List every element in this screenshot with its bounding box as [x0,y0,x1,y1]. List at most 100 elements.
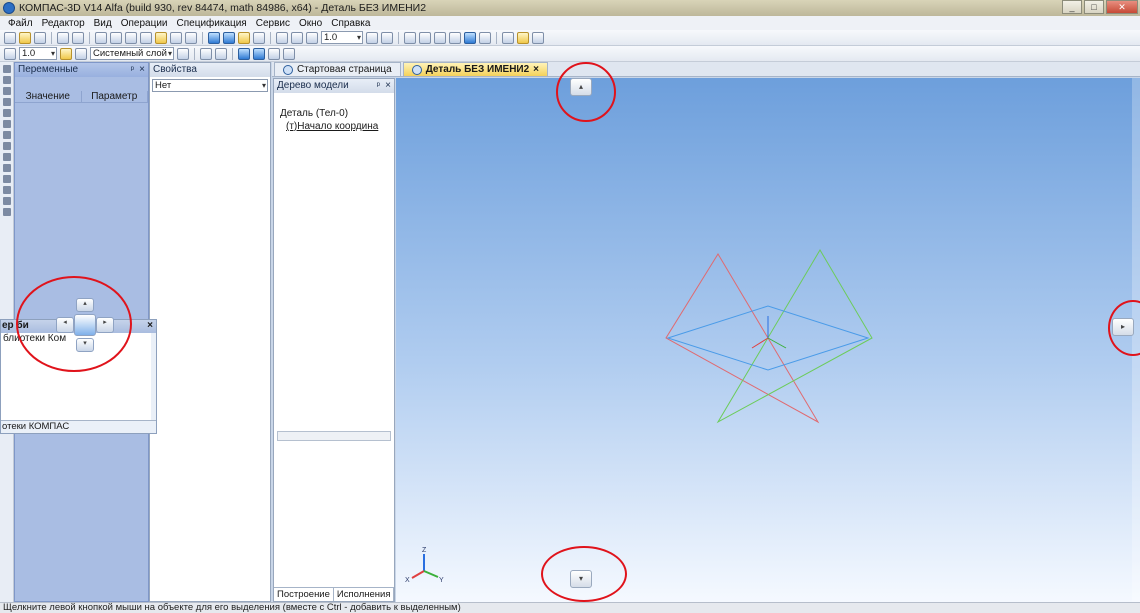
view-shaded-edges-icon[interactable] [464,31,476,44]
zoom-window-icon[interactable] [306,31,318,44]
toolbar-separator [89,31,90,44]
style-icon[interactable] [253,47,265,60]
solid-icon[interactable] [3,186,11,194]
cut-icon[interactable] [95,31,107,44]
layer-icon[interactable] [75,47,87,60]
sketch-icon[interactable] [517,31,529,44]
array-icon[interactable] [3,208,11,216]
toolbar-separator [202,31,203,44]
tab-close-icon[interactable]: × [533,63,539,76]
view-icon[interactable] [3,153,11,161]
rebuild-icon[interactable] [502,31,514,44]
orientation-icon[interactable] [381,31,393,44]
tab-versions[interactable]: Исполнения [334,588,395,601]
tab-part[interactable]: Деталь БЕЗ ИМЕНИ2 × [402,62,549,76]
filter-tool-icon[interactable] [3,131,11,139]
perspective-icon[interactable] [479,31,491,44]
menu-window[interactable]: Окно [299,18,322,29]
sketch-tool-icon[interactable] [3,76,11,84]
model-tree-title: Дерево модели [277,80,349,91]
tab-start-page-label: Стартовая страница [297,64,392,75]
measure-icon[interactable] [532,31,544,44]
select-icon[interactable] [3,65,11,73]
layer-combo[interactable]: Системный слой [90,47,174,60]
view-hidden-icon[interactable] [419,31,431,44]
toolbar-separator [496,31,497,44]
grid-icon[interactable] [200,47,212,60]
pin-icon[interactable]: ᵖ [131,63,134,76]
maximize-button[interactable]: □ [1084,0,1104,14]
panel-close-icon[interactable]: × [385,79,391,92]
model-tree-scrollbar[interactable] [277,431,391,441]
model-tree-toolbar [274,93,394,107]
column-value[interactable]: Значение [15,91,82,102]
close-button[interactable]: ✕ [1106,0,1138,14]
zoom-combo[interactable]: 1.0 [321,31,363,44]
toolbar-separator [194,47,195,60]
manager-icon[interactable] [208,31,220,44]
new-file-icon[interactable] [4,31,16,44]
column-parameter[interactable]: Параметр [82,91,148,102]
ortho-mode-icon[interactable] [60,47,72,60]
undo-icon[interactable] [170,31,182,44]
save-icon[interactable] [34,31,46,44]
library-close-icon[interactable]: × [147,320,153,332]
annotation-circle-top [556,62,616,122]
menu-view[interactable]: Вид [94,18,112,29]
document-icon[interactable] [3,142,11,150]
menu-editor[interactable]: Редактор [42,18,85,29]
tree-node-part[interactable]: Деталь (Тел-0) [274,107,394,120]
parameter-icon[interactable] [3,164,11,172]
zoom-in-icon[interactable] [276,31,288,44]
pin-icon[interactable]: ᵖ [377,79,380,92]
format-painter-icon[interactable] [140,31,152,44]
snap-icon[interactable] [268,47,280,60]
menu-file[interactable]: Файл [8,18,33,29]
local-cs-icon[interactable] [215,47,227,60]
paste-icon[interactable] [125,31,137,44]
variables-icon[interactable] [238,31,250,44]
minimize-button[interactable]: _ [1062,0,1082,14]
help-pointer-icon[interactable] [253,31,265,44]
rotate-icon[interactable] [366,31,378,44]
copy-icon[interactable] [110,31,122,44]
print-icon[interactable] [57,31,69,44]
properties-panel-title: Свойства [153,64,197,75]
view-thin-icon[interactable] [434,31,446,44]
menu-help[interactable]: Справка [331,18,370,29]
measure-tool-icon[interactable] [3,175,11,183]
view-shaded-icon[interactable] [449,31,461,44]
cursor-step-combo[interactable]: 1.0 [19,47,57,60]
color-icon[interactable] [238,47,250,60]
preview-icon[interactable] [72,31,84,44]
tab-start-page[interactable]: Стартовая страница [274,62,401,76]
library-icon[interactable] [223,31,235,44]
title-bar: КОМПАС-3D V14 Alfa (build 930, rev 84474… [0,0,1140,16]
menu-operations[interactable]: Операции [121,18,168,29]
panel-close-icon[interactable]: × [139,63,145,76]
view-wireframe-icon[interactable] [404,31,416,44]
dimension-icon[interactable] [3,120,11,128]
menu-service[interactable]: Сервис [256,18,290,29]
properties-icon[interactable] [155,31,167,44]
properties-selector[interactable]: Нет [152,79,268,92]
tab-construction[interactable]: Построение [274,588,334,601]
axis-x-mark [751,337,769,349]
properties-panel-header: Свойства [150,63,270,77]
tree-node-origin[interactable]: (т)Начало координа [274,120,394,133]
zoom-out-icon[interactable] [291,31,303,44]
menu-specification[interactable]: Спецификация [177,18,247,29]
grid-tool-icon[interactable] [3,98,11,106]
variables-toolbar [15,77,148,91]
step-cursor-icon[interactable] [4,47,16,60]
redo-icon[interactable] [185,31,197,44]
3d-viewport[interactable]: Z X Y ▴ ▸ ▾ [396,78,1140,602]
open-folder-icon[interactable] [19,31,31,44]
toolbar-separator [232,47,233,60]
filter-icon[interactable] [283,47,295,60]
toolbar-separator [51,31,52,44]
geometry-icon[interactable] [3,87,11,95]
surface-icon[interactable] [3,197,11,205]
layer-state-icon[interactable] [177,47,189,60]
edit-icon[interactable] [3,109,11,117]
